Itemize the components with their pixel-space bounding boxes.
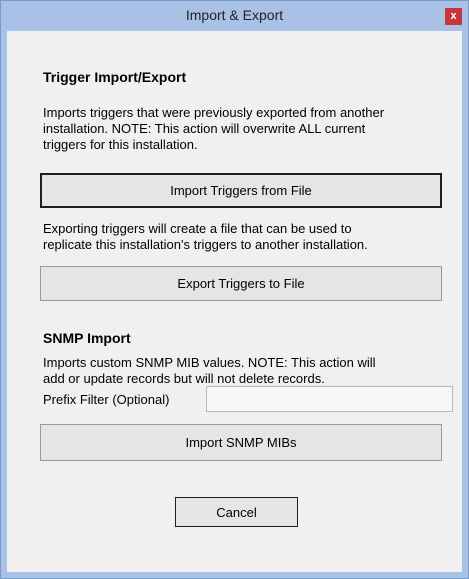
- export-description-line: Exporting triggers will create a file th…: [43, 221, 352, 236]
- import-triggers-button[interactable]: Import Triggers from File: [40, 173, 442, 208]
- close-icon[interactable]: x: [445, 8, 462, 25]
- title-bar[interactable]: Import & Export x: [1, 1, 468, 31]
- import-description: Imports triggers that were previously ex…: [43, 105, 443, 153]
- import-description-line: installation. NOTE: This action will ove…: [43, 121, 366, 136]
- export-description: Exporting triggers will create a file th…: [43, 221, 443, 253]
- import-description-line: Imports triggers that were previously ex…: [43, 105, 385, 120]
- window-bottom-border: [1, 572, 468, 578]
- window-title: Import & Export: [185, 7, 284, 23]
- import-snmp-mibs-button[interactable]: Import SNMP MIBs: [40, 424, 442, 461]
- dialog-body: Trigger Import/Export Imports triggers t…: [9, 32, 460, 571]
- trigger-section-heading: Trigger Import/Export: [43, 69, 187, 85]
- snmp-section-heading: SNMP Import: [43, 330, 131, 346]
- prefix-filter-label: Prefix Filter (Optional): [43, 392, 170, 407]
- import-description-line: triggers for this installation.: [43, 137, 198, 152]
- cancel-button[interactable]: Cancel: [175, 497, 298, 527]
- snmp-description: Imports custom SNMP MIB values. NOTE: Th…: [43, 355, 443, 387]
- prefix-filter-input[interactable]: [206, 386, 453, 412]
- export-description-line: replicate this installation's triggers t…: [43, 237, 368, 252]
- snmp-description-line: Imports custom SNMP MIB values. NOTE: Th…: [43, 355, 376, 370]
- snmp-description-line: add or update records but will not delet…: [43, 371, 325, 386]
- export-triggers-button[interactable]: Export Triggers to File: [40, 266, 442, 301]
- import-export-dialog: Import & Export x Trigger Import/Export …: [0, 0, 469, 579]
